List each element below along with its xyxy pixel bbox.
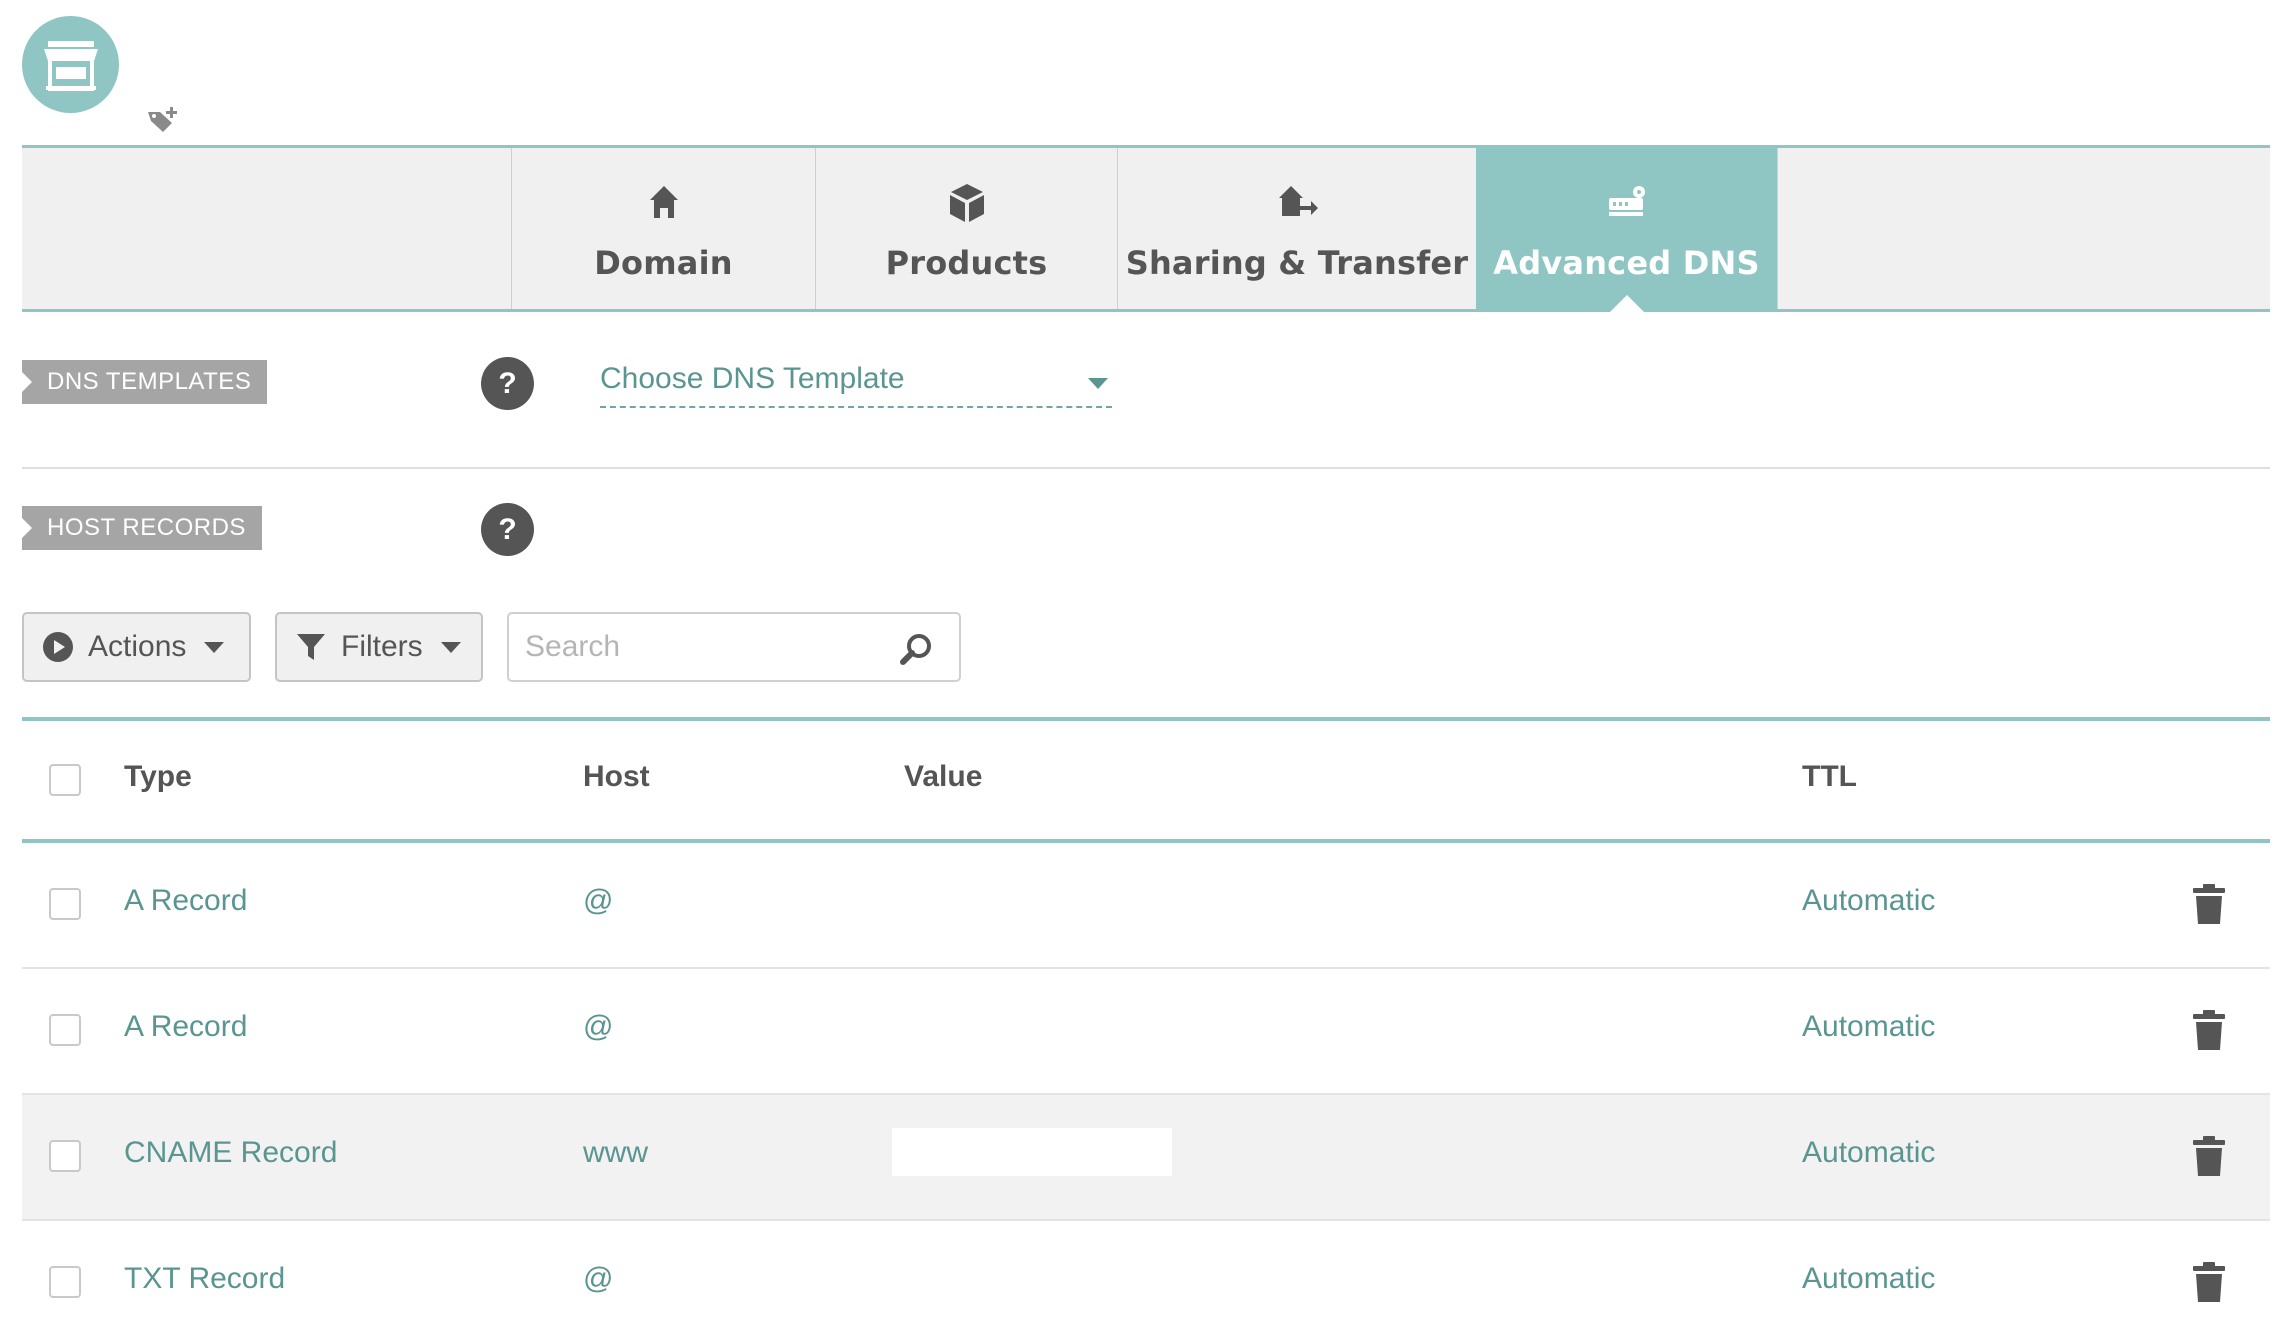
- tab-divider: [1777, 148, 1778, 309]
- table-header: Type Host Value TTL: [22, 717, 2270, 843]
- filter-icon: [297, 634, 325, 660]
- filters-button[interactable]: Filters: [275, 612, 483, 682]
- search-box: [507, 612, 961, 682]
- record-host[interactable]: @: [583, 1010, 613, 1044]
- tab-label: Sharing & Transfer: [1125, 244, 1469, 282]
- domain-tabs: Domain Products Sharing & Transfer Advan…: [22, 145, 2270, 312]
- table-row[interactable]: A Record @ Automatic: [22, 969, 2270, 1095]
- home-icon: [649, 186, 678, 218]
- host-records-help-button[interactable]: ?: [481, 503, 534, 556]
- tag-add-icon[interactable]: [146, 104, 182, 134]
- row-checkbox[interactable]: [49, 1140, 81, 1172]
- host-records-label: HOST RECORDS: [22, 506, 262, 550]
- dns-template-select[interactable]: Choose DNS Template: [600, 360, 1112, 408]
- actions-button[interactable]: Actions: [22, 612, 251, 682]
- record-type[interactable]: CNAME Record: [124, 1136, 337, 1170]
- tab-label: Products: [885, 244, 1048, 282]
- search-icon[interactable]: [899, 632, 933, 666]
- chevron-down-icon: [204, 641, 225, 653]
- record-type[interactable]: A Record: [124, 1010, 247, 1044]
- table-row[interactable]: A Record @ Automatic: [22, 843, 2270, 969]
- record-type[interactable]: TXT Record: [124, 1262, 285, 1296]
- tab-domain[interactable]: Domain: [511, 148, 815, 309]
- table-row[interactable]: CNAME Record www Automatic: [22, 1095, 2270, 1221]
- tab-products[interactable]: Products: [815, 148, 1117, 309]
- record-host[interactable]: www: [583, 1136, 648, 1170]
- row-checkbox[interactable]: [49, 888, 81, 920]
- trash-icon[interactable]: [2192, 1261, 2226, 1303]
- row-checkbox[interactable]: [49, 1266, 81, 1298]
- box-icon: [949, 184, 984, 222]
- search-input[interactable]: [525, 626, 885, 668]
- host-records-table: Type Host Value TTL A Record @ Automatic…: [22, 717, 2270, 1322]
- router-icon: [1608, 186, 1645, 216]
- filters-button-label: Filters: [341, 630, 423, 663]
- avatar[interactable]: [22, 16, 119, 113]
- row-checkbox[interactable]: [49, 1014, 81, 1046]
- dns-templates-label: DNS TEMPLATES: [22, 360, 268, 404]
- record-host[interactable]: @: [583, 1262, 613, 1296]
- chevron-down-icon: [440, 641, 461, 653]
- record-ttl[interactable]: Automatic: [1802, 1010, 1935, 1044]
- select-all-checkbox[interactable]: [49, 764, 81, 796]
- actions-button-label: Actions: [88, 630, 187, 663]
- trash-icon[interactable]: [2192, 1135, 2226, 1177]
- section-divider: [22, 467, 2270, 469]
- storefront-icon: [43, 40, 98, 91]
- column-header-value[interactable]: Value: [904, 760, 982, 794]
- record-ttl[interactable]: Automatic: [1802, 1262, 1935, 1296]
- chevron-down-icon: [1088, 378, 1108, 389]
- dns-templates-help-button[interactable]: ?: [481, 357, 534, 410]
- column-header-type[interactable]: Type: [124, 760, 192, 794]
- record-ttl[interactable]: Automatic: [1802, 1136, 1935, 1170]
- play-circle-icon: [43, 632, 73, 662]
- trash-icon[interactable]: [2192, 883, 2226, 925]
- tab-label: Domain: [594, 244, 733, 282]
- record-value-field[interactable]: [892, 1128, 1172, 1176]
- dns-template-select-value: Choose DNS Template: [600, 362, 905, 395]
- tab-advanced-dns[interactable]: Advanced DNS: [1476, 148, 1777, 309]
- table-row[interactable]: TXT Record @ Automatic: [22, 1221, 2270, 1322]
- record-type[interactable]: A Record: [124, 884, 247, 918]
- tab-label: Advanced DNS: [1493, 244, 1760, 282]
- record-ttl[interactable]: Automatic: [1802, 884, 1935, 918]
- record-host[interactable]: @: [583, 884, 613, 918]
- column-header-ttl[interactable]: TTL: [1802, 760, 1857, 794]
- house-transfer-icon: [1279, 186, 1318, 216]
- column-header-host[interactable]: Host: [583, 760, 650, 794]
- trash-icon[interactable]: [2192, 1009, 2226, 1051]
- tab-sharing-transfer[interactable]: Sharing & Transfer: [1117, 148, 1476, 309]
